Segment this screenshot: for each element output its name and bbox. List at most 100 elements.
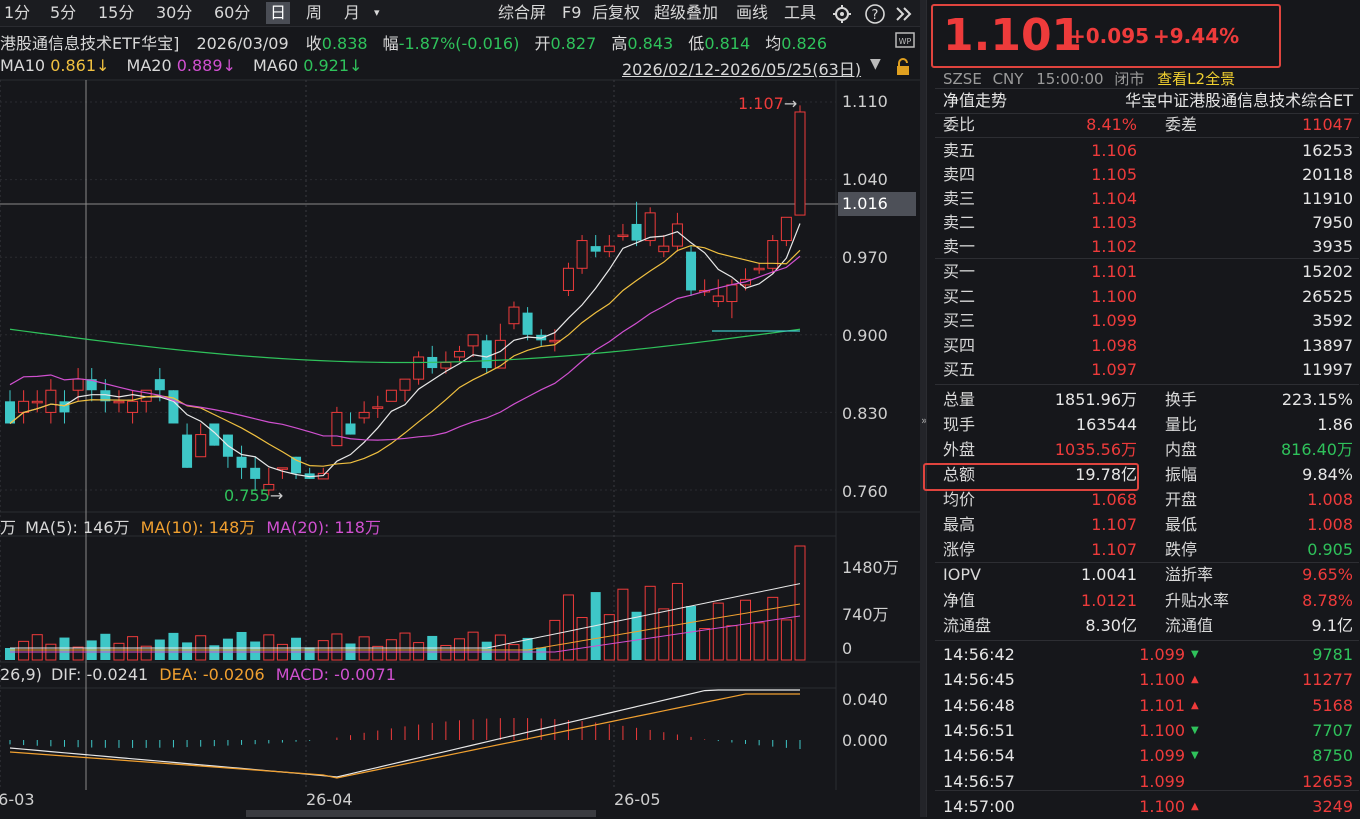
volume-bar <box>740 599 752 661</box>
quote-panel: 1.101 +0.095 +9.44% SZSE CNY 15:00:00 闭市… <box>923 0 1360 819</box>
ask-level-row[interactable]: 卖一 1.102 3935 <box>943 235 1353 259</box>
tick-volume: 9781 <box>1312 645 1353 664</box>
ask-level-row[interactable]: 卖三 1.104 11910 <box>943 187 1353 211</box>
macd-tick: 0.040 <box>842 690 888 709</box>
macd-params: 26,9) <box>0 665 42 684</box>
stat-value: 1.0041 <box>1081 565 1137 584</box>
candle-body <box>385 389 397 402</box>
ask-level-label: 卖二 <box>943 213 976 232</box>
nav-row[interactable]: 净值走势 华宝中证港股通信息技术综合ET <box>943 89 1353 113</box>
ask-price: 1.104 <box>1091 189 1137 208</box>
exchange: SZSE <box>943 70 982 88</box>
candle-body <box>45 389 57 413</box>
candle-body <box>399 378 411 391</box>
date-tick-mar: 26-03 <box>0 790 35 809</box>
stat-value: 1851.96万 <box>1054 390 1137 409</box>
tick-row[interactable]: 14:57:00 1.100 ▲ 3249 <box>943 795 1353 819</box>
date-tick: 26-04 <box>306 790 353 809</box>
vol-ma20: MA(20): 118万 <box>266 518 381 537</box>
vol-ma5: MA(5): 146万 <box>25 518 130 537</box>
volume-bar <box>168 632 179 660</box>
candle-body <box>18 400 30 413</box>
volume-bar <box>536 647 547 660</box>
stat-row: 现手 163544 量比 1.86 <box>943 413 1353 437</box>
candle-body <box>617 234 629 238</box>
quote-time: 15:00:00 <box>1036 70 1104 88</box>
ask-volume: 16253 <box>1302 141 1353 160</box>
macd-dea: DEA: -0.0206 <box>159 665 265 684</box>
volume-bar <box>794 545 806 661</box>
stat-label: 流通盘 <box>943 616 992 635</box>
min-price-value: 0.755 <box>224 486 270 505</box>
wb-label: 委比 <box>943 115 976 134</box>
tick-row[interactable]: 14:56:45 1.100 ▲ 11277 <box>943 668 1353 692</box>
volume-tick: 0 <box>842 639 853 658</box>
bid-volume: 3592 <box>1312 311 1353 330</box>
fund-name: 华宝中证港股通信息技术综合ET <box>1125 91 1353 110</box>
ask-volume: 3935 <box>1312 237 1353 256</box>
bid-level-row[interactable]: 买三 1.099 3592 <box>943 309 1353 333</box>
nav-title[interactable]: 净值走势 <box>943 89 1007 113</box>
bid-level-row[interactable]: 买二 1.100 26525 <box>943 285 1353 309</box>
tick-row[interactable]: 14:56:48 1.101 ▲ 5168 <box>943 694 1353 718</box>
price-tick: 0.830 <box>842 404 888 423</box>
ask-level-label: 卖一 <box>943 237 976 256</box>
price-tick: 1.040 <box>842 170 888 189</box>
candle-body <box>113 400 125 404</box>
volume-bar <box>72 646 84 661</box>
stat-value: 1.008 <box>1307 515 1353 534</box>
stat-label: 内盘 <box>1165 440 1198 459</box>
ask-level-row[interactable]: 卖四 1.105 20118 <box>943 163 1353 187</box>
stat-row: 均价 1.068 开盘 1.008 <box>943 488 1353 512</box>
volume-bar <box>100 633 111 660</box>
candle-body <box>331 411 343 447</box>
candlestick-chart[interactable] <box>0 0 920 817</box>
candle-body <box>467 334 479 347</box>
tick-row[interactable]: 14:56:54 1.099 ▼ 8750 <box>943 744 1353 768</box>
volume-tick: 740万 <box>842 605 889 624</box>
tick-row[interactable]: 14:56:51 1.100 ▼ 7707 <box>943 719 1353 743</box>
bid-price: 1.101 <box>1091 262 1137 281</box>
macd-tick: 0.000 <box>842 731 888 750</box>
stat-label: 流通值 <box>1165 616 1214 635</box>
stat-value: 9.1亿 <box>1311 616 1353 635</box>
bid-level-row[interactable]: 买四 1.098 13897 <box>943 334 1353 358</box>
stat-label: 涨停 <box>943 540 976 559</box>
tick-row[interactable]: 14:56:42 1.099 ▼ 9781 <box>943 643 1353 667</box>
stat-row: 流通盘 8.30亿 流通值 9.1亿 <box>943 614 1353 638</box>
arrow-up-icon: ▲ <box>1191 699 1199 711</box>
candle-body <box>631 223 642 241</box>
bid-level-row[interactable]: 买五 1.097 11997 <box>943 358 1353 382</box>
volume-bar <box>263 634 275 661</box>
volume-bar <box>699 628 711 661</box>
candle-body <box>127 400 139 413</box>
bid-price: 1.100 <box>1091 286 1137 306</box>
ask-level-row[interactable]: 卖二 1.103 7950 <box>943 211 1353 235</box>
arrow-down-icon: ▼ <box>1191 750 1199 762</box>
ask-level-row[interactable]: 卖五 1.106 16253 <box>943 139 1353 163</box>
stat-label: 振幅 <box>1165 465 1198 484</box>
bid-price: 1.098 <box>1091 335 1137 355</box>
stat-label: 跌停 <box>1165 540 1198 559</box>
candle-body <box>522 312 533 335</box>
bid-level-label: 买三 <box>943 311 976 330</box>
volume-bar <box>31 634 43 661</box>
candle-body <box>154 379 165 391</box>
candle-body <box>195 434 207 458</box>
stat-value: 9.84% <box>1302 465 1353 484</box>
bid-level-row[interactable]: 买一 1.101 15202 <box>943 260 1353 284</box>
macd-dif: DIF: -0.0241 <box>50 665 149 684</box>
volume-bar <box>549 619 561 661</box>
l2-link[interactable]: 查看L2全景 <box>1157 70 1235 88</box>
horizontal-scrollbar[interactable] <box>246 810 596 817</box>
candle-body <box>453 350 465 358</box>
stat-label: 开盘 <box>1165 490 1198 509</box>
candle-body <box>726 284 738 303</box>
price-tick: 0.760 <box>842 482 888 501</box>
tick-price: 1.100 <box>1139 796 1185 816</box>
candle-body <box>372 406 384 409</box>
volume-bar <box>236 631 247 660</box>
last-price: 1.101 <box>943 10 1083 61</box>
candle-body <box>291 456 302 474</box>
bid-level-label: 买四 <box>943 335 976 355</box>
